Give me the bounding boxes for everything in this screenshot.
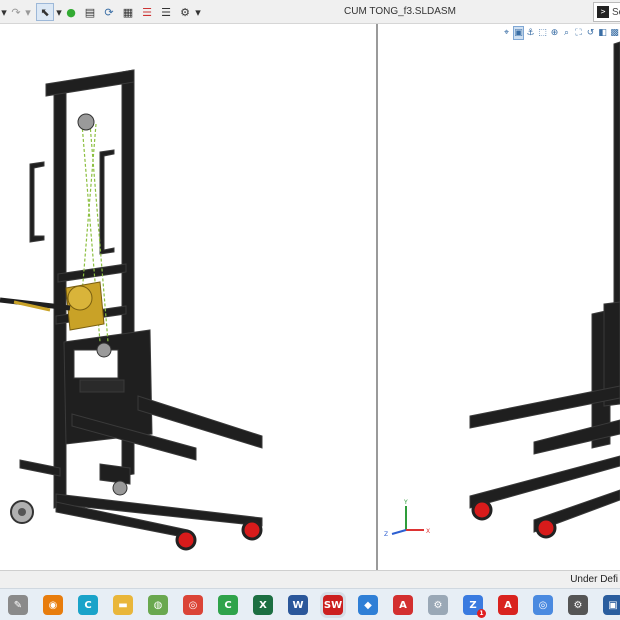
list-icon[interactable]: ☰ [139, 3, 155, 21]
autocad-app-icon[interactable]: A [393, 595, 413, 615]
main-toolbar: ▾ ↷ ▾ ⬉ ▾ ● ▤ ⟳ ▦ ☰ ☰ ⚙ ▾ CUM TONG_f3.SL… [0, 0, 620, 24]
right-wheel-front [471, 499, 493, 521]
rebuild-icon[interactable]: ⟳ [101, 3, 117, 21]
notification-badge: 1 [477, 609, 486, 618]
windows-taskbar: ✎ ◉ C ▬ ◍ ◎ C X W SW ◆ A ⚙ Z 1 A ◎ ⚙ ▣ [0, 588, 620, 620]
tools-app-icon[interactable]: ✎ [8, 595, 28, 615]
camtasia-app-icon[interactable]: C [218, 595, 238, 615]
word-app-icon[interactable]: W [288, 595, 308, 615]
c-glyph: C [84, 599, 92, 611]
chrome-profile-glyph: ◎ [538, 599, 548, 611]
blender-app-icon[interactable]: ◉ [43, 595, 63, 615]
hand-winch [0, 281, 105, 331]
file-explorer-glyph: ▬ [118, 599, 128, 611]
window-title: CUM TONG_f3.SLDASM [344, 6, 456, 17]
zalo-app-icon[interactable]: Z1 [463, 595, 486, 618]
settings-dropdown-icon[interactable]: ▾ [194, 3, 202, 21]
solidworks-app-icon[interactable]: SW [323, 595, 343, 615]
graphics-viewport-left[interactable] [0, 24, 376, 570]
network-app-icon[interactable]: ⚙ [428, 595, 448, 615]
coordinate-triad: Y X Z [384, 499, 430, 538]
excel-glyph: X [259, 599, 267, 611]
zalo-glyph: Z [469, 599, 477, 611]
blue-app-icon[interactable]: ◆ [358, 595, 378, 615]
search-label: Se [612, 6, 620, 18]
right-view-frame [469, 41, 620, 533]
settings-glyph: ⚙ [573, 599, 583, 611]
blue-glyph: ◆ [364, 599, 372, 611]
status-text: Under Defi [570, 574, 618, 585]
excel-app-icon[interactable]: X [253, 595, 273, 615]
chrome-profile-app-icon[interactable]: ◎ [533, 595, 553, 615]
acrobat-app-icon[interactable]: A [498, 595, 518, 615]
redo-icon[interactable]: ↷ [10, 3, 22, 21]
acrobat-glyph: A [504, 599, 512, 611]
terminal-icon: > [597, 6, 609, 18]
settings-app-icon[interactable]: ⚙ [568, 595, 588, 615]
file-icon[interactable]: ▦ [120, 3, 136, 21]
svg-text:Y: Y [403, 499, 408, 506]
solidworks-window: ▾ ↷ ▾ ⬉ ▾ ● ▤ ⟳ ▦ ☰ ☰ ⚙ ▾ CUM TONG_f3.SL… [0, 0, 620, 620]
camtasia-glyph: C [224, 599, 232, 611]
tools-glyph: ✎ [13, 599, 23, 611]
select-dropdown-icon[interactable]: ▾ [55, 3, 63, 21]
other-glyph: ▣ [608, 599, 618, 611]
graphics-viewport-right[interactable]: ⌖ ▣ ⚓ ⬚ ⊕ ⌕ ⛶ ↺ ◧ ▩ Y X Z [378, 24, 620, 570]
word-glyph: W [292, 599, 304, 611]
right-wheel-rear [535, 517, 557, 539]
settings-gear-icon[interactable]: ⚙ [177, 3, 193, 21]
svg-text:Z: Z [384, 531, 388, 538]
chrome-app-icon[interactable]: ◎ [183, 595, 203, 615]
solidworks-glyph: SW [323, 599, 343, 611]
traffic-light-icon[interactable]: ● [64, 3, 78, 21]
other-app-icon[interactable]: ▣ [603, 595, 620, 615]
svg-text:X: X [426, 528, 430, 535]
green-app-icon[interactable]: ◍ [148, 595, 168, 615]
chrome-glyph: ◎ [188, 599, 198, 611]
list-icon-2[interactable]: ☰ [158, 3, 174, 21]
redo-dropdown-icon[interactable]: ▾ [24, 3, 32, 21]
bottom-pulley [96, 342, 112, 358]
file-explorer-app-icon[interactable]: ▬ [113, 595, 133, 615]
c-app-icon[interactable]: C [78, 595, 98, 615]
select-arrow-icon[interactable]: ⬉ [36, 3, 54, 21]
options-dropdown-icon[interactable]: ▾ [0, 3, 8, 21]
green-glyph: ◍ [153, 599, 163, 611]
stacker-model-trimetric: Y X Z [384, 41, 620, 539]
status-bar: Under Defi [0, 570, 620, 588]
network-glyph: ⚙ [433, 599, 443, 611]
file-properties-icon[interactable]: ▤ [82, 3, 98, 21]
search-commands-box[interactable]: > Se [593, 2, 620, 22]
blender-glyph: ◉ [48, 599, 58, 611]
top-pulley [77, 113, 95, 131]
stacker-model-isometric [0, 69, 263, 551]
autocad-glyph: A [399, 599, 407, 611]
